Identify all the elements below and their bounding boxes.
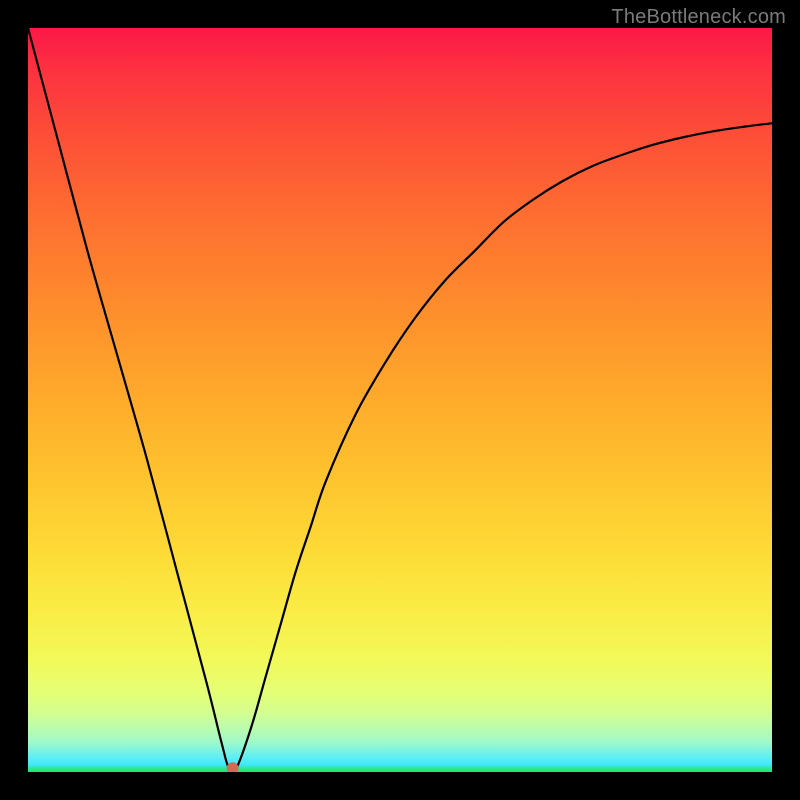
minimum-marker — [227, 762, 239, 772]
curve-line — [28, 28, 772, 772]
watermark-text: TheBottleneck.com — [611, 6, 786, 29]
plot-area — [28, 28, 772, 772]
bottleneck-curve-chart — [28, 28, 772, 772]
chart-frame: TheBottleneck.com — [0, 0, 800, 800]
